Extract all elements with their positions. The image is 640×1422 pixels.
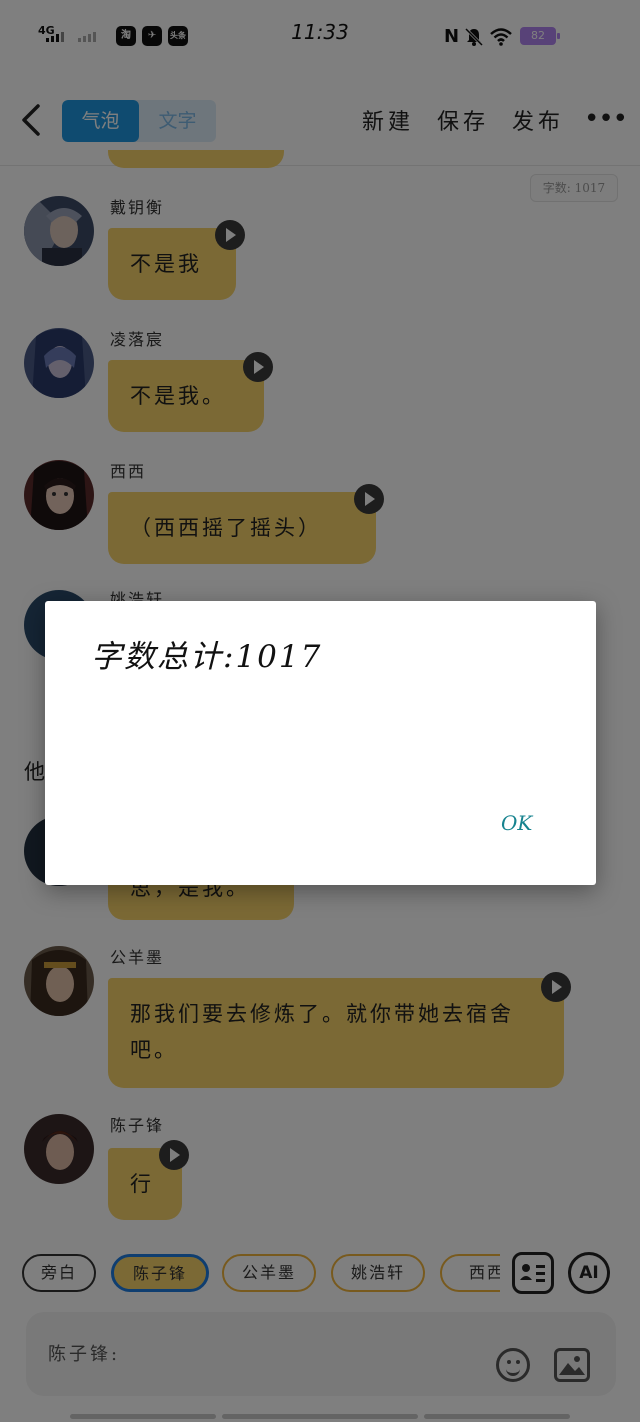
word-count-dialog: 字数总计:1017 OK <box>45 601 596 885</box>
dialog-message: 字数总计:1017 <box>91 639 323 675</box>
ok-button[interactable]: OK <box>501 811 532 835</box>
app-root: 4G 淘 ✈ 头条 11:33 N 82 气泡 <box>0 0 640 1422</box>
